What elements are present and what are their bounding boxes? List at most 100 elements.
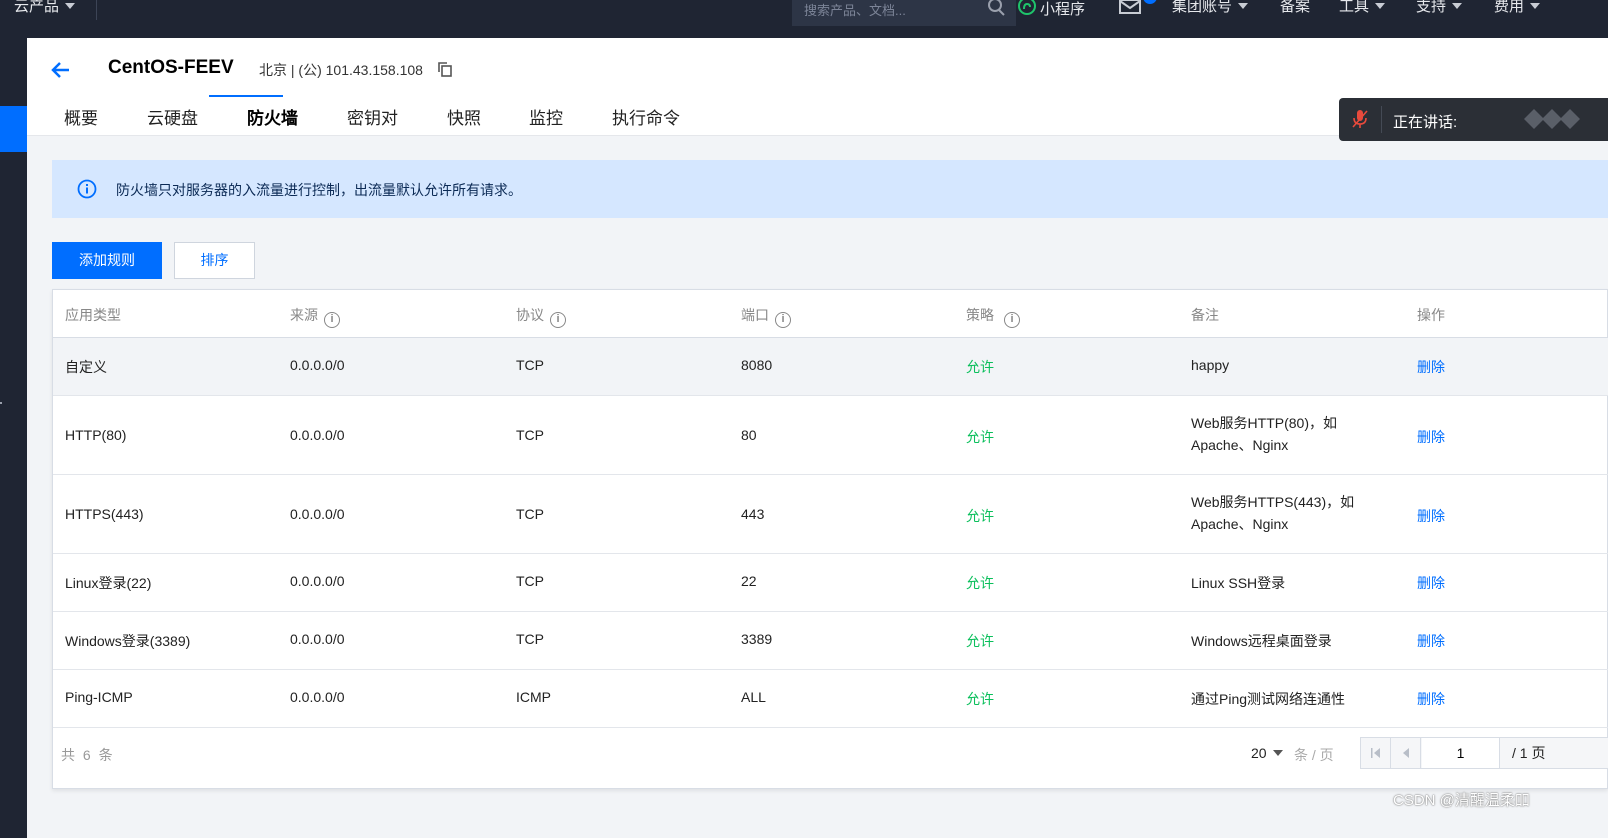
cell-source: 0.0.0.0/0 bbox=[290, 427, 345, 443]
page-size-value: 20 bbox=[1251, 745, 1267, 761]
cell-port: 8080 bbox=[741, 357, 773, 373]
table-header: 应用类型 来源 i 协议 i 端口 i 策略 i 备注 操作 bbox=[53, 290, 1608, 338]
cell-port: ALL bbox=[741, 689, 766, 705]
alert-text: 防火墙只对服务器的入流量进行控制，出流量默认允许所有请求。 bbox=[116, 182, 522, 198]
chevron-down-icon bbox=[1452, 3, 1463, 9]
cell-policy: 允许 bbox=[966, 359, 994, 375]
sidebar-item-active[interactable] bbox=[0, 106, 27, 152]
sidebar bbox=[0, 38, 27, 838]
first-page-icon bbox=[1371, 748, 1380, 758]
instance-region-ip: 北京 | (公) 101.43.158.108 bbox=[259, 62, 423, 78]
table-row: HTTPS(443) 0.0.0.0/0 TCP 443 允许 Web服务HTT… bbox=[53, 475, 1608, 554]
miniprogram-link[interactable]: 小程序 bbox=[1018, 0, 1085, 38]
delete-button[interactable]: 删除 bbox=[1417, 689, 1445, 709]
delete-button[interactable]: 删除 bbox=[1417, 631, 1445, 651]
tab-run-command[interactable]: 执行命令 bbox=[612, 104, 680, 129]
column-header-policy-label: 策略 bbox=[966, 307, 994, 323]
cell-source: 0.0.0.0/0 bbox=[290, 573, 345, 589]
support-label: 支持 bbox=[1416, 0, 1447, 15]
support-menu[interactable]: 支持 bbox=[1416, 0, 1463, 38]
column-header-action: 操作 bbox=[1417, 305, 1445, 325]
table-row: Windows登录(3389) 0.0.0.0/0 TCP 3389 允许 Wi… bbox=[53, 612, 1608, 670]
column-header-note: 备注 bbox=[1191, 305, 1219, 325]
cell-app: Windows登录(3389) bbox=[65, 633, 191, 649]
search-input[interactable]: 搜索产品、文档... bbox=[792, 0, 1016, 26]
beian-link[interactable]: 备案 bbox=[1280, 0, 1310, 38]
cell-source: 0.0.0.0/0 bbox=[290, 689, 345, 705]
cell-policy: 允许 bbox=[966, 575, 994, 591]
cell-app: HTTP(80) bbox=[65, 427, 127, 443]
info-icon[interactable]: i bbox=[550, 312, 566, 328]
watermark: CSDN @清醒温柔吅 bbox=[1393, 792, 1530, 809]
active-tab-indicator bbox=[209, 95, 283, 97]
column-header-protocol: 协议 i bbox=[516, 305, 566, 328]
cell-note: 通过Ping测试网络连通性 bbox=[1191, 691, 1346, 707]
table-row: HTTP(80) 0.0.0.0/0 TCP 80 允许 Web服务HTTP(8… bbox=[53, 396, 1608, 475]
delete-button[interactable]: 删除 bbox=[1417, 573, 1445, 593]
cell-app: HTTPS(443) bbox=[65, 506, 144, 522]
add-rule-button[interactable]: 添加规则 bbox=[52, 242, 162, 279]
info-icon[interactable]: i bbox=[1004, 312, 1020, 328]
cell-source: 0.0.0.0/0 bbox=[290, 506, 345, 522]
info-icon[interactable]: i bbox=[775, 312, 791, 328]
products-menu[interactable]: 云产品 bbox=[14, 0, 76, 38]
search-icon[interactable] bbox=[988, 0, 1006, 16]
tools-menu[interactable]: 工具 bbox=[1339, 0, 1386, 38]
speaking-indicator: 正在讲话: bbox=[1339, 98, 1608, 141]
tab-snapshot[interactable]: 快照 bbox=[447, 104, 481, 129]
cell-note: Web服务HTTP(80)，如Apache、Nginx bbox=[1191, 415, 1337, 453]
tab-overview[interactable]: 概要 bbox=[64, 104, 98, 129]
cell-app: 自定义 bbox=[65, 359, 107, 375]
products-label: 云产品 bbox=[14, 0, 60, 15]
chevron-down-icon bbox=[1375, 3, 1386, 9]
cell-protocol: TCP bbox=[516, 573, 544, 589]
chevron-down-icon bbox=[65, 3, 76, 9]
account-menu[interactable]: 集团账号 bbox=[1172, 0, 1249, 38]
mail-button[interactable] bbox=[1119, 0, 1157, 38]
miniprogram-icon bbox=[1018, 0, 1036, 15]
page-title: CentOS-FEEV bbox=[108, 57, 234, 78]
cell-note: Windows远程桌面登录 bbox=[1191, 633, 1332, 649]
account-label: 集团账号 bbox=[1172, 0, 1233, 15]
column-header-note-label: 备注 bbox=[1191, 307, 1219, 323]
column-header-policy: 策略 i bbox=[966, 305, 1020, 328]
cell-policy: 允许 bbox=[966, 429, 994, 445]
page-size-select[interactable]: 20 bbox=[1251, 745, 1283, 761]
cell-note: Linux SSH登录 bbox=[1191, 575, 1286, 591]
speaking-separator bbox=[1381, 106, 1382, 133]
total-count: 共 6 条 bbox=[61, 747, 115, 763]
cell-protocol: ICMP bbox=[516, 689, 551, 705]
info-alert: 防火墙只对服务器的入流量进行控制，出流量默认允许所有请求。 bbox=[52, 160, 1608, 218]
billing-menu[interactable]: 费用 bbox=[1494, 0, 1541, 38]
firewall-rules-table: 应用类型 来源 i 协议 i 端口 i 策略 i 备注 操作 自定义 0.0.0.0/0… bbox=[52, 289, 1608, 789]
tab-firewall[interactable]: 防火墙 bbox=[247, 104, 298, 129]
sidebar-dot bbox=[0, 402, 2, 404]
mic-muted-icon[interactable] bbox=[1351, 109, 1369, 129]
column-header-app-label: 应用类型 bbox=[65, 307, 121, 323]
cell-protocol: TCP bbox=[516, 357, 544, 373]
tab-keypair[interactable]: 密钥对 bbox=[347, 104, 398, 129]
cell-port: 443 bbox=[741, 506, 765, 522]
page-number-input[interactable]: 1 bbox=[1422, 738, 1500, 768]
column-header-app: 应用类型 bbox=[65, 305, 121, 325]
chevron-down-icon bbox=[1238, 3, 1249, 9]
back-arrow-icon[interactable] bbox=[49, 58, 73, 82]
column-header-source-label: 来源 bbox=[290, 307, 318, 323]
copy-icon[interactable] bbox=[438, 62, 452, 77]
delete-button[interactable]: 删除 bbox=[1417, 357, 1445, 377]
info-icon bbox=[77, 179, 97, 199]
prev-page-button[interactable] bbox=[1391, 738, 1421, 768]
info-icon[interactable]: i bbox=[324, 312, 340, 328]
delete-button[interactable]: 删除 bbox=[1417, 506, 1445, 526]
column-header-protocol-label: 协议 bbox=[516, 307, 544, 323]
cell-note: happy bbox=[1191, 357, 1230, 373]
cell-app: Linux登录(22) bbox=[65, 575, 152, 591]
cell-note: Web服务HTTPS(443)，如Apache、Nginx bbox=[1191, 494, 1355, 532]
tab-monitoring[interactable]: 监控 bbox=[529, 104, 563, 129]
tab-cloud-disk[interactable]: 云硬盘 bbox=[147, 104, 198, 129]
pagination: 1 / 1 页 bbox=[1360, 737, 1608, 769]
delete-button[interactable]: 删除 bbox=[1417, 427, 1445, 447]
first-page-button[interactable] bbox=[1361, 738, 1391, 768]
sort-button[interactable]: 排序 bbox=[174, 242, 255, 279]
cell-policy: 允许 bbox=[966, 691, 994, 707]
